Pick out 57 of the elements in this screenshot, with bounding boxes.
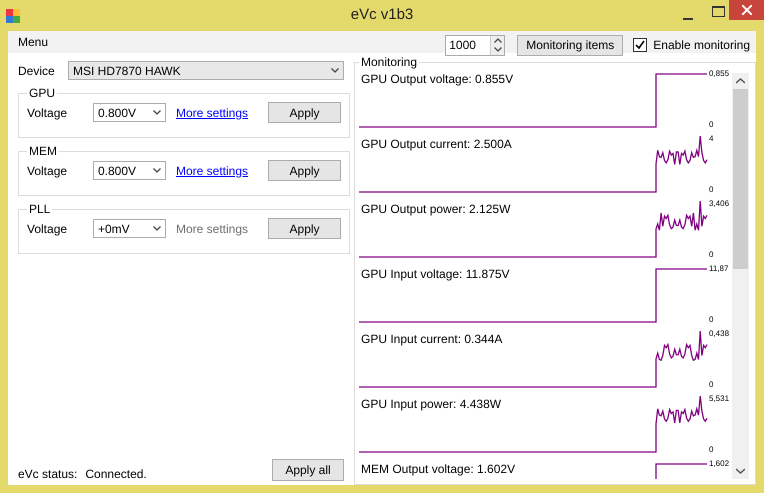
scale-max: 5,531: [709, 394, 730, 403]
monitor-reading: GPU Input power: 4.438W: [361, 397, 502, 411]
scroll-up-icon[interactable]: [736, 78, 745, 84]
monitor-reading: GPU Output power: 2.125W: [361, 202, 510, 216]
scroll-down-icon[interactable]: [736, 468, 745, 474]
maximize-icon[interactable]: [712, 6, 725, 17]
field-label: Voltage: [27, 222, 68, 236]
monitor-reading: GPU Input voltage: 11.875V: [361, 267, 510, 281]
scale-max: 4: [709, 134, 714, 143]
sparkline-chart: [655, 463, 707, 479]
voltage-dropdown[interactable]: 0.800V: [93, 103, 166, 122]
app-icon: [6, 8, 20, 22]
voltage-dropdown[interactable]: 0.800V: [93, 161, 166, 180]
monitor-reading: GPU Input current: 0.344A: [361, 332, 502, 346]
device-dropdown[interactable]: MSI HD7870 HAWK: [68, 61, 344, 80]
close-button[interactable]: [729, 0, 764, 20]
scale-min: 0: [709, 120, 714, 129]
group-title: GPU: [28, 86, 56, 100]
scroll-thumb[interactable]: [733, 89, 748, 269]
monitor-reading: GPU Output current: 2.500A: [361, 137, 512, 151]
spin-down-icon: [494, 47, 502, 52]
monitor-reading: MEM Output voltage: 1.602V: [361, 462, 516, 476]
more-settings-link[interactable]: More settings: [176, 222, 248, 236]
scale-min: 0: [709, 315, 714, 324]
apply-all-button[interactable]: Apply all: [272, 459, 344, 481]
scale-max: 0,855: [709, 69, 730, 78]
scale-max: 11,87: [709, 264, 728, 273]
window-title: eVc v1b3: [350, 6, 414, 23]
voltage-dropdown[interactable]: +0mV: [93, 219, 166, 238]
group-title: Monitoring: [360, 55, 418, 69]
group-title: MEM: [28, 144, 58, 158]
more-settings-link[interactable]: More settings: [176, 106, 248, 120]
scale-max: 0,438: [709, 329, 730, 338]
spin-up-icon: [494, 38, 502, 43]
close-icon: [742, 5, 752, 15]
scale-min: 0: [709, 250, 714, 259]
field-label: Voltage: [27, 106, 68, 120]
group-title: PLL: [28, 202, 52, 216]
status-label: eVc status:: [18, 467, 78, 481]
apply-button[interactable]: Apply: [268, 102, 342, 123]
monitor-reading: GPU Output voltage: 0.855V: [361, 72, 514, 86]
scale-max: 3,406: [709, 199, 730, 208]
interval-spinner[interactable]: 1000: [445, 34, 506, 56]
menu-item[interactable]: Menu: [8, 35, 58, 49]
scale-max: 1,602: [709, 459, 730, 468]
status-text: Connected.: [85, 467, 147, 481]
scale-min: 0: [709, 185, 714, 194]
apply-button[interactable]: Apply: [268, 218, 342, 239]
field-label: Voltage: [27, 164, 68, 178]
scale-min: 0: [709, 445, 714, 454]
scale-min: 0: [709, 380, 714, 389]
device-label: Device: [18, 64, 56, 78]
apply-button[interactable]: Apply: [268, 160, 342, 181]
monitoring-items-button[interactable]: Monitoring items: [517, 34, 624, 56]
checkbox-label: Enable monitoring: [653, 38, 750, 52]
checkbox[interactable]: [633, 38, 648, 52]
more-settings-link[interactable]: More settings: [176, 164, 248, 178]
